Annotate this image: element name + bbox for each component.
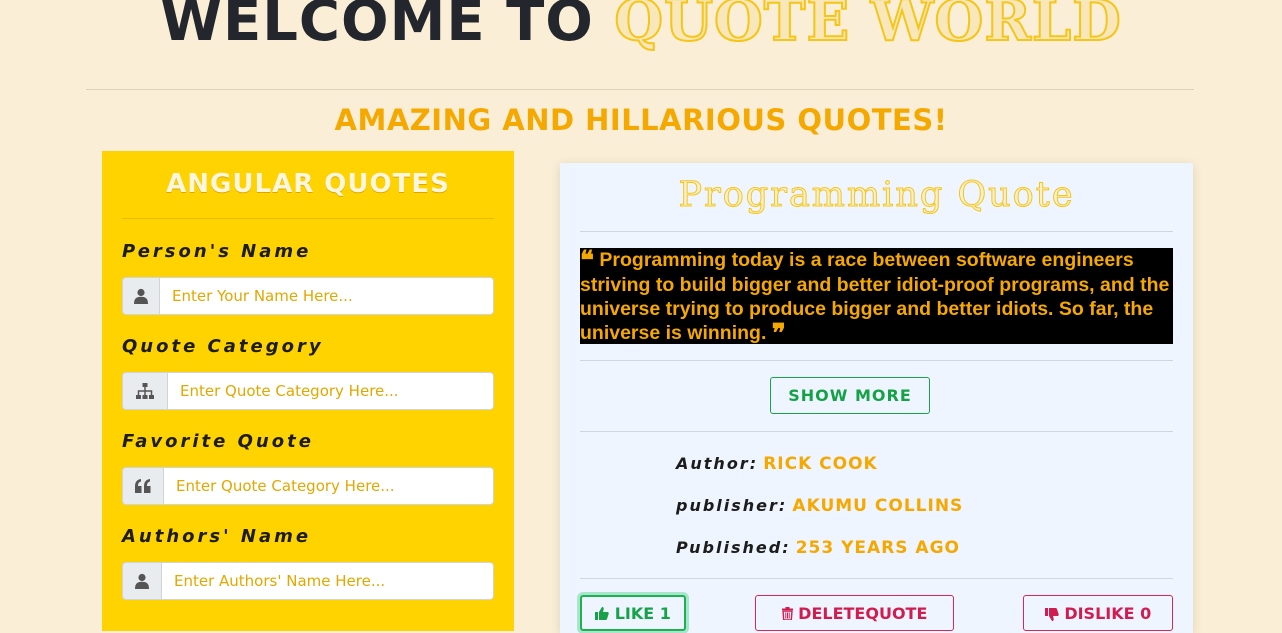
card-divider <box>580 431 1173 432</box>
label-authors-name: Authors' Name <box>122 526 312 547</box>
published-value: 253 YEARS AGO <box>795 538 960 558</box>
publisher-key: publisher: <box>676 496 788 515</box>
quote-left-icon <box>122 467 163 505</box>
quote-close-icon: ❞ <box>771 319 786 344</box>
quote-text-box: ❝ Programming today is a race between so… <box>580 248 1173 344</box>
favorite-quote-input[interactable] <box>163 467 494 505</box>
label-person-name: Person's Name <box>122 241 312 262</box>
published-row: Published: 253 YEARS AGO <box>676 538 960 558</box>
page-title: WELCOME TO QUOTE WORLD <box>0 0 1282 55</box>
thumbs-up-icon <box>595 606 609 620</box>
label-quote-category: Quote Category <box>122 336 324 357</box>
publisher-value: AKUMU COLLINS <box>792 496 964 516</box>
card-divider <box>580 360 1173 361</box>
trash-icon <box>781 606 793 621</box>
published-key: Published: <box>676 538 791 557</box>
title-quote-world: QUOTE WORLD <box>613 0 1122 55</box>
card-divider <box>580 578 1173 579</box>
sitemap-icon <box>122 372 167 410</box>
form-divider <box>122 218 494 219</box>
header-divider <box>86 89 1194 90</box>
author-key: Author: <box>676 454 759 473</box>
quote-text: Programming today is a race between soft… <box>580 249 1170 344</box>
card-title: Programming Quote <box>678 175 1075 216</box>
page-subtitle: AMAZING AND HILLARIOUS QUOTES! <box>334 103 948 137</box>
quote-form-panel: ANGULAR QUOTES Person's Name Quote Categ… <box>102 151 514 631</box>
user-icon <box>122 562 161 600</box>
card-divider <box>580 231 1173 232</box>
authors-name-field <box>122 562 494 600</box>
authors-name-input[interactable] <box>161 562 494 600</box>
dislike-label: DISLIKE 0 <box>1064 603 1152 623</box>
delete-quote-button[interactable]: DELETEQUOTE <box>755 595 954 631</box>
quote-open-icon: ❝ <box>580 248 594 276</box>
quote-category-field <box>122 372 494 410</box>
thumbs-down-icon <box>1044 607 1059 621</box>
user-icon <box>122 277 159 315</box>
title-welcome: WELCOME TO <box>160 0 594 54</box>
publisher-row: publisher: AKUMU COLLINS <box>676 496 963 516</box>
like-label: LIKE 1 <box>614 603 671 623</box>
like-button[interactable]: LIKE 1 <box>580 595 686 631</box>
dislike-button[interactable]: DISLIKE 0 <box>1023 595 1173 631</box>
quote-card: Programming Quote ❝ Programming today is… <box>560 163 1193 633</box>
person-name-input[interactable] <box>159 277 494 315</box>
quote-category-input[interactable] <box>167 372 494 410</box>
form-title: ANGULAR QUOTES <box>166 169 450 199</box>
delete-label: DELETEQUOTE <box>798 603 928 623</box>
show-more-button[interactable]: SHOW MORE <box>770 377 930 414</box>
label-favorite-quote: Favorite Quote <box>122 431 314 452</box>
author-row: Author: RICK COOK <box>676 454 878 474</box>
favorite-quote-field <box>122 467 494 505</box>
author-value: RICK COOK <box>763 454 878 474</box>
person-name-field <box>122 277 494 315</box>
